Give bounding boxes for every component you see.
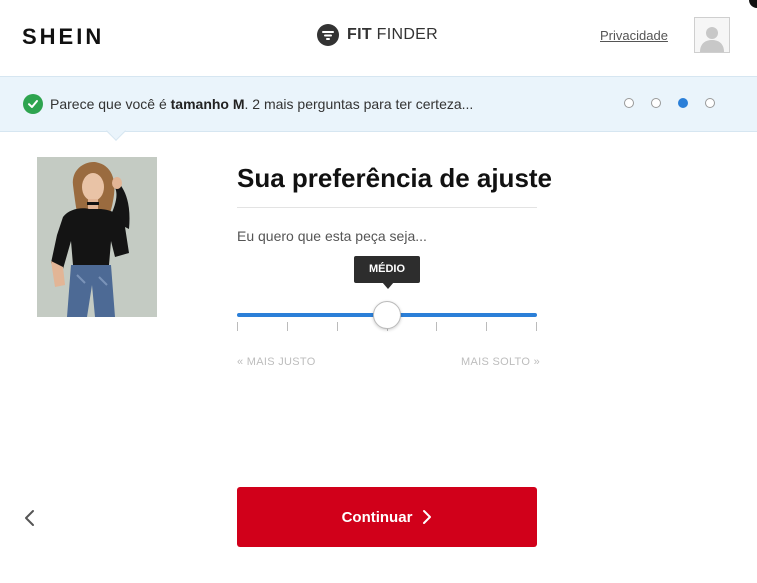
fit-finder-title-rest: FINDER [371, 26, 439, 43]
slider-tick [287, 322, 288, 331]
continue-button[interactable]: Continuar [237, 487, 537, 547]
chevron-left-icon [25, 510, 34, 526]
fit-finder-logo-icon [317, 24, 339, 46]
chevron-right-icon [422, 509, 432, 525]
page-title: Sua preferência de ajuste [237, 163, 553, 193]
user-avatar[interactable] [694, 17, 730, 53]
product-image [37, 157, 157, 317]
banner-text-after: . 2 mais perguntas para ter certeza... [244, 96, 474, 112]
user-silhouette-icon [700, 27, 724, 52]
continue-label: Continuar [341, 508, 413, 526]
slider-label-tighter: « MAIS JUSTO [237, 356, 316, 368]
header: SHEIN FIT FINDER Privacidade [0, 0, 757, 76]
progress-dot [651, 98, 661, 108]
fit-finder-title: FIT FINDER [347, 26, 438, 44]
slider-tick [536, 322, 537, 331]
banner-text-before: Parece que você é [50, 96, 171, 112]
banner-size: tamanho M [170, 96, 245, 112]
slider-tick [337, 322, 338, 331]
progress-dot [624, 98, 634, 108]
slider-label-looser: MAIS SOLTO » [461, 356, 540, 368]
slider-tick [237, 322, 238, 331]
progress-dot [705, 98, 715, 108]
banner-message: Parece que você é tamanho M. 2 mais perg… [50, 96, 473, 112]
slider-value-tooltip: MÉDIO [354, 256, 420, 283]
slider-tick [486, 322, 487, 331]
shein-logo: SHEIN [22, 24, 105, 49]
privacy-link[interactable]: Privacidade [600, 28, 668, 43]
fit-preference-slider-thumb[interactable] [373, 301, 401, 329]
title-divider [237, 207, 537, 208]
back-button[interactable] [18, 505, 40, 531]
fit-question: Eu quero que esta peça seja... [237, 228, 427, 244]
tooltip-arrow [382, 282, 394, 289]
fit-finder-brand: FIT FINDER [317, 24, 438, 46]
check-circle-icon [23, 94, 43, 114]
fit-finder-title-bold: FIT [347, 26, 372, 43]
slider-tick [436, 322, 437, 331]
progress-dots [624, 98, 715, 108]
progress-dot-active [678, 98, 688, 108]
